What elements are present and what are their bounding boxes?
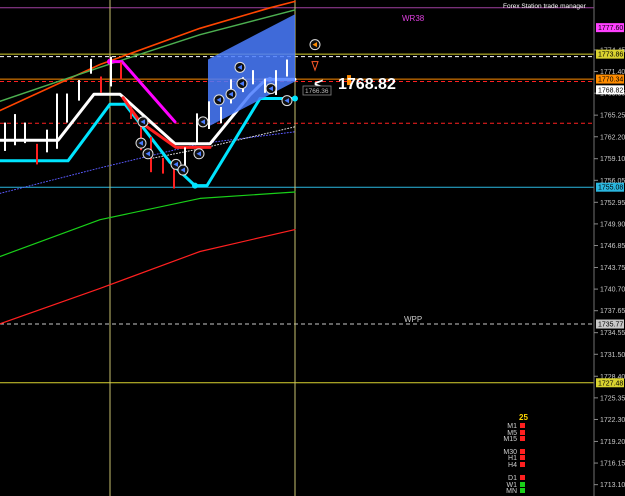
price-tag-label: 1735.77 <box>598 322 623 329</box>
axis-tick-label: 1746.85 <box>600 243 625 250</box>
timeframe-label: MN <box>506 488 517 495</box>
header-title: Forex Station trade manager <box>503 3 587 10</box>
axis-tick-label: 1749.90 <box>600 221 625 228</box>
price-chart[interactable]: WR38 WPP < 1768.82 1766.36 1774.451771.4… <box>0 0 625 496</box>
timeframe-status <box>520 423 525 428</box>
timeframe-label: M1 <box>507 423 517 430</box>
timeframe-panel: M1M5M15M30H1H4D1W1MN <box>503 423 525 495</box>
price-tag-label: 1773.86 <box>598 52 623 59</box>
timeframe-status <box>520 455 525 460</box>
timeframe-label: M15 <box>503 436 517 443</box>
timeframe-status <box>520 449 525 454</box>
axis-tick-label: 1737.65 <box>600 308 625 315</box>
timeframe-label: H4 <box>508 462 517 469</box>
axis-tick-label: 1713.10 <box>600 482 625 489</box>
mini-price-label: 1766.36 <box>305 88 329 95</box>
signal-count: 25 <box>519 413 528 422</box>
sell-arrow <box>311 61 319 72</box>
axis-tick-label: 1762.20 <box>600 134 625 141</box>
timeframe-label: D1 <box>508 475 517 482</box>
timeframe-status <box>520 488 525 493</box>
timeframe-label: H1 <box>508 455 517 462</box>
indicator-line <box>0 229 296 325</box>
price-tag-label: 1777.60 <box>598 25 623 32</box>
axis-tick-label: 1752.95 <box>600 200 625 207</box>
timeframe-status <box>520 482 525 487</box>
price-axis: 1774.451771.401768.351765.251762.201759.… <box>594 47 625 489</box>
line-end-dot <box>192 182 198 189</box>
axis-tick-label: 1743.75 <box>600 265 625 272</box>
axis-tick-label: 1740.70 <box>600 287 625 294</box>
wr-level-label: WR38 <box>402 14 425 23</box>
axis-tick-label: 1719.20 <box>600 439 625 446</box>
timeframe-status <box>520 462 525 467</box>
indicator-line <box>0 97 297 188</box>
axis-tick-label: 1765.25 <box>600 113 625 120</box>
axis-tick-label: 1725.35 <box>600 395 625 402</box>
price-tag-label: 1768.82 <box>598 87 623 94</box>
timeframe-status <box>520 430 525 435</box>
axis-tick-label: 1731.50 <box>600 352 625 359</box>
level-lines <box>0 7 594 384</box>
timeframe-status <box>520 436 525 441</box>
wpp-level-label: WPP <box>404 315 422 324</box>
axis-tick-label: 1722.30 <box>600 417 625 424</box>
current-price-label: 1768.82 <box>338 76 396 93</box>
line-end-dot <box>292 95 298 102</box>
price-tag-label: 1770.34 <box>598 77 623 84</box>
axis-tick-label: 1759.10 <box>600 156 625 163</box>
axis-tick-label: 1716.15 <box>600 461 625 468</box>
price-tag-label: 1755.08 <box>598 185 623 192</box>
axis-tick-label: 1734.55 <box>600 330 625 337</box>
timeframe-status <box>520 475 525 480</box>
indicator-line <box>0 191 296 258</box>
price-tag-label: 1727.48 <box>598 380 623 387</box>
